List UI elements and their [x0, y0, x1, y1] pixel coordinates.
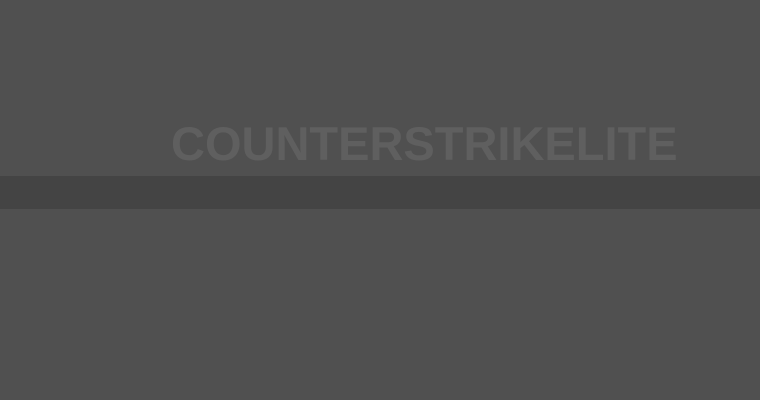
game-title: COUNTERSTRIKELITE: [171, 117, 678, 170]
game-screen: COUNTERSTRIKELITE: [0, 0, 760, 400]
horizontal-band: [0, 176, 760, 209]
